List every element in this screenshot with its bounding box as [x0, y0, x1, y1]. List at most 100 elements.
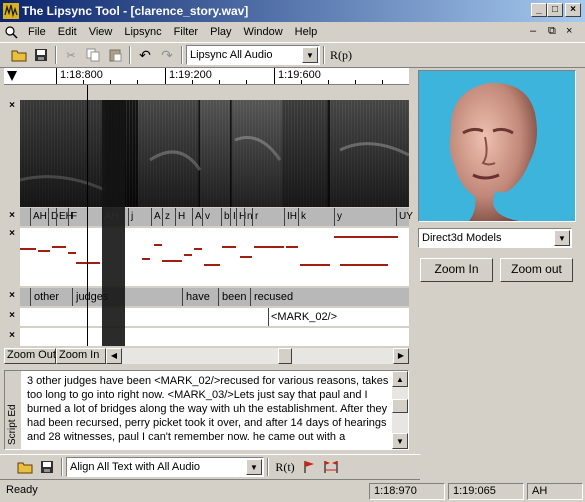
toolbar-separator — [267, 458, 269, 476]
viewer-zoom-in-button[interactable]: Zoom In — [420, 258, 493, 282]
script-editor-tab[interactable]: Script Ed — [5, 371, 21, 449]
3d-head-viewer[interactable] — [418, 70, 576, 222]
phoneme-label[interactable]: v — [202, 208, 210, 226]
menu-lipsync[interactable]: Lipsync — [118, 26, 167, 38]
curve-segment — [334, 236, 398, 238]
toolbar-separator — [55, 46, 57, 64]
ruler-label: 1:19:200 — [169, 69, 212, 81]
close-track-icon[interactable]: × — [4, 290, 20, 301]
app-window: The Lipsync Tool - [clarence_story.wav] … — [0, 0, 585, 502]
curve-segment — [184, 254, 192, 256]
empty-track[interactable] — [20, 328, 409, 346]
menu-play[interactable]: Play — [204, 26, 237, 38]
mdi-minimize-icon[interactable]: – — [530, 25, 536, 37]
minimize-icon[interactable]: _ — [531, 3, 547, 17]
scroll-up-icon[interactable]: ▲ — [392, 371, 408, 387]
phoneme-label[interactable]: UY — [396, 208, 413, 226]
phoneme-label[interactable]: IH — [284, 208, 297, 226]
flag-range-icon[interactable] — [320, 456, 342, 478]
title-bar: The Lipsync Tool - [clarence_story.wav] … — [0, 0, 585, 22]
model-renderer-combo[interactable]: Direct3d Models ▼ — [418, 228, 572, 248]
marker-track[interactable]: <MARK_02/> — [20, 308, 409, 326]
menu-file[interactable]: File — [22, 26, 52, 38]
phoneme-label[interactable]: H — [175, 208, 185, 226]
curve-segment — [38, 250, 50, 252]
animation-curve-track[interactable] — [20, 228, 409, 286]
toolbar-separator — [181, 46, 183, 64]
close-track-icon[interactable]: × — [4, 210, 20, 221]
word-label[interactable]: been — [218, 288, 246, 306]
audio-source-combo[interactable]: Lipsync All Audio ▼ — [186, 45, 320, 65]
time-ruler[interactable]: 1:18:800 1:19:200 1:19:600 — [4, 68, 409, 85]
phoneme-label[interactable]: b — [221, 208, 230, 226]
close-track-icon[interactable]: × — [4, 330, 20, 341]
phoneme-label[interactable]: AH — [30, 208, 47, 226]
marker-label[interactable]: <MARK_02/> — [268, 308, 337, 326]
paste-icon[interactable] — [104, 44, 126, 66]
head-model-image — [449, 82, 537, 221]
scroll-right-icon[interactable]: ▶ — [393, 347, 409, 364]
word-label[interactable]: recused — [250, 288, 293, 306]
close-track-icon[interactable]: × — [4, 228, 20, 239]
ruler-label: 1:18:800 — [60, 69, 103, 81]
maximize-icon[interactable]: □ — [547, 3, 563, 17]
undo-icon[interactable]: ↶ — [134, 44, 156, 66]
close-icon[interactable]: × — [565, 3, 581, 17]
script-scrollbar[interactable]: ▲ ▼ — [392, 371, 408, 449]
align-toolbar: Align All Text with All Audio ▼ R(t) — [0, 454, 420, 480]
script-text-area[interactable]: 3 other judges have been <MARK_02/>recus… — [27, 374, 391, 444]
timeline-scrollbar[interactable]: ◀ ▶ — [106, 347, 409, 364]
playhead-marker-icon[interactable] — [7, 71, 17, 81]
menu-window[interactable]: Window — [238, 26, 289, 38]
phoneme-label[interactable]: z — [162, 208, 170, 226]
spectrogram-view[interactable] — [20, 100, 409, 207]
chevron-down-icon[interactable]: ▼ — [246, 459, 262, 475]
ruler-tick — [274, 68, 275, 84]
phoneme-label[interactable]: y — [334, 208, 342, 226]
chevron-down-icon[interactable]: ▼ — [554, 230, 570, 246]
cut-icon[interactable]: ✂ — [60, 44, 82, 66]
word-label[interactable]: have — [182, 288, 210, 306]
phoneme-label[interactable]: F — [68, 208, 77, 226]
menu-help[interactable]: Help — [289, 26, 324, 38]
mdi-close-icon[interactable]: × — [566, 25, 572, 37]
scroll-down-icon[interactable]: ▼ — [392, 433, 408, 449]
zoom-in-button[interactable]: Zoom In — [56, 347, 106, 364]
redo-icon[interactable]: ↷ — [156, 44, 178, 66]
open-folder-icon[interactable] — [8, 44, 30, 66]
zoom-out-button[interactable]: Zoom Out — [4, 347, 56, 364]
viewer-zoom-out-button[interactable]: Zoom out — [500, 258, 573, 282]
menu-filter[interactable]: Filter — [168, 26, 204, 38]
menu-edit[interactable]: Edit — [52, 26, 83, 38]
mdi-restore-icon[interactable]: ⧉ — [548, 25, 556, 38]
close-track-icon[interactable]: × — [4, 310, 20, 321]
save-icon[interactable] — [30, 44, 52, 66]
render-text-button[interactable]: R(t) — [272, 456, 298, 478]
curve-segment — [254, 246, 284, 248]
align-mode-combo[interactable]: Align All Text with All Audio ▼ — [66, 457, 264, 477]
search-icon[interactable] — [0, 25, 22, 39]
phoneme-label[interactable]: j — [128, 208, 133, 226]
phoneme-label[interactable]: A — [192, 208, 202, 226]
phoneme-label[interactable]: r — [252, 208, 258, 226]
scroll-left-icon[interactable]: ◀ — [106, 347, 122, 364]
playback-cursor[interactable] — [102, 100, 125, 346]
phoneme-track[interactable]: AH D EH F AH j A z H A v b I H n r IH k … — [20, 208, 413, 226]
open-text-icon[interactable] — [14, 456, 36, 478]
close-track-icon[interactable]: × — [4, 100, 20, 111]
menu-view[interactable]: View — [83, 26, 119, 38]
save-text-icon[interactable] — [36, 456, 58, 478]
spectrogram-image — [20, 100, 409, 207]
flag-marker-icon[interactable] — [298, 456, 320, 478]
copy-icon[interactable] — [82, 44, 104, 66]
scroll-thumb[interactable] — [392, 399, 408, 413]
phoneme-label[interactable]: I — [230, 208, 236, 226]
phoneme-label[interactable]: k — [298, 208, 306, 226]
ruler-tick — [56, 68, 57, 84]
scroll-thumb[interactable] — [278, 347, 292, 364]
render-phoneme-button[interactable]: R(p) — [328, 44, 354, 66]
word-track[interactable]: other judges have been recused — [20, 288, 409, 306]
phoneme-label[interactable]: A — [151, 208, 161, 226]
word-label[interactable]: other — [30, 288, 59, 306]
chevron-down-icon[interactable]: ▼ — [302, 47, 318, 63]
